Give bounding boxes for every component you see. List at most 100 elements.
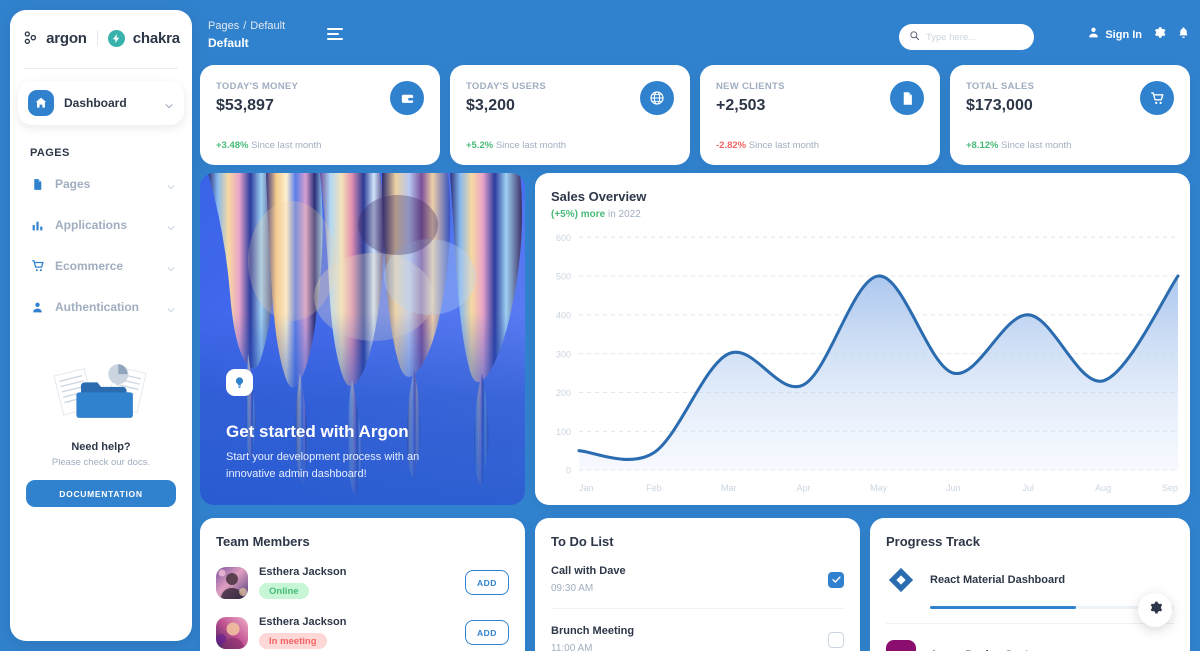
member-name: Esthera Jackson — [259, 566, 347, 578]
progress-head: Xd Argon Design System — [886, 640, 1174, 651]
todo-name: Brunch Meeting — [551, 625, 635, 637]
sidebar: argon chakra Dashboard PAGES Pages Appli… — [10, 10, 192, 641]
svg-text:200: 200 — [556, 388, 571, 398]
user-icon — [30, 301, 45, 314]
chevron-down-icon[interactable] — [166, 179, 176, 190]
list-item: Esthera Jackson In meeting ADD — [216, 616, 509, 649]
sign-in-button[interactable]: Sign In — [1087, 26, 1142, 44]
promo-body: Get started with Argon Start your develo… — [226, 368, 503, 483]
todo-checkbox[interactable] — [828, 571, 844, 588]
breadcrumb-parent[interactable]: Pages — [208, 20, 239, 32]
promo-title: Get started with Argon — [226, 421, 409, 441]
sidebar-section-title: PAGES — [30, 147, 70, 159]
add-member-button[interactable]: ADD — [465, 570, 509, 595]
topbar: Pages / Default Default Type here... Sig… — [200, 0, 1200, 64]
svg-text:300: 300 — [556, 349, 571, 359]
document-icon — [30, 178, 45, 191]
promo-card[interactable]: Get started with Argon Start your develo… — [200, 173, 525, 505]
stat-delta: +5.2% — [466, 140, 494, 151]
stat-note: Since last month — [748, 140, 819, 151]
stat-delta: +8.12% — [966, 140, 999, 151]
svg-text:0: 0 — [566, 466, 571, 476]
gear-icon[interactable] — [1153, 26, 1166, 44]
sidebar-item-authentication[interactable]: Authentication — [10, 291, 192, 323]
home-icon — [28, 90, 54, 116]
documentation-button[interactable]: DOCUMENTATION — [26, 480, 176, 507]
add-member-button[interactable]: ADD — [465, 620, 509, 645]
team-members-title: Team Members — [216, 534, 310, 549]
stat-card-new-clients: NEW CLIENTS +2,503 -2.82% Since last mon… — [700, 65, 940, 165]
progress-name: React Material Dashboard — [930, 574, 1066, 586]
brand-header: argon chakra — [10, 10, 192, 66]
stat-note: Since last month — [251, 140, 322, 151]
todo-name: Call with Dave — [551, 565, 626, 577]
stats-row: TODAY'S MONEY $53,897 +3.48% Since last … — [200, 65, 1190, 165]
search-icon — [909, 28, 920, 46]
chevron-down-icon[interactable] — [164, 98, 174, 109]
member-name: Esthera Jackson — [259, 616, 347, 628]
list-item: Call with Dave 09:30 AM — [551, 549, 844, 609]
svg-text:Jul: Jul — [1023, 483, 1034, 493]
sidebar-help-card: Need help? Please check our docs. DOCUME… — [26, 353, 176, 507]
svg-text:600: 600 — [556, 233, 571, 243]
todo-info: Call with Dave 09:30 AM — [551, 565, 828, 594]
bell-icon[interactable] — [1177, 26, 1190, 44]
svg-text:May: May — [870, 483, 887, 493]
sidebar-item-ecommerce-label: Ecommerce — [55, 259, 124, 273]
member-info: Esthera Jackson Online — [259, 566, 454, 599]
todo-list-card: To Do List Call with Dave 09:30 AM Brunc… — [535, 518, 860, 651]
brand-divider-vertical — [96, 30, 98, 46]
hamburger-menu-icon[interactable] — [327, 28, 343, 43]
user-icon — [1087, 26, 1100, 44]
shopping-cart-icon — [1140, 81, 1174, 115]
avatar — [216, 616, 248, 649]
breadcrumb: Pages / Default Default — [208, 20, 285, 50]
stat-delta: -2.82% — [716, 140, 747, 151]
progress-track-title: Progress Track — [886, 534, 980, 549]
list-item: Brunch Meeting 11:00 AM — [551, 609, 844, 651]
search-box[interactable] — [899, 24, 1034, 50]
folder-documents-icon — [26, 353, 176, 439]
chart-subtitle-delta: (+5%) more — [551, 209, 606, 220]
chevron-down-icon[interactable] — [166, 302, 176, 313]
help-title: Need help? — [71, 441, 131, 453]
sidebar-item-ecommerce[interactable]: Ecommerce — [10, 250, 192, 282]
promo-text: Start your development process with an i… — [226, 450, 420, 480]
breadcrumb-current[interactable]: Default — [250, 20, 285, 32]
chart-title: Sales Overview — [551, 189, 647, 204]
progress-track-card: Progress Track React Material Dashboard — [870, 518, 1190, 651]
page-title: Default — [208, 36, 249, 50]
breadcrumb-separator: / — [243, 20, 247, 32]
team-members-card: Team Members Esthera Jackson Online ADD … — [200, 518, 525, 651]
progress-bar-fill — [930, 606, 1077, 609]
sidebar-item-authentication-label: Authentication — [55, 300, 139, 314]
jira-diamond-icon — [886, 565, 916, 595]
svg-text:400: 400 — [556, 310, 571, 320]
status-badge: In meeting — [259, 633, 327, 649]
settings-fab-button[interactable] — [1138, 593, 1172, 627]
search-input[interactable] — [926, 31, 1024, 43]
sign-in-label: Sign In — [1105, 29, 1142, 41]
dashboard-root: argon chakra Dashboard PAGES Pages Appli… — [0, 0, 1200, 651]
chevron-down-icon[interactable] — [166, 220, 176, 231]
argon-logo-icon — [22, 30, 38, 46]
sidebar-divider — [24, 68, 178, 69]
sidebar-item-pages-label: Pages — [55, 177, 91, 191]
svg-text:Sep: Sep — [1162, 483, 1178, 493]
lightning-bolt-icon — [107, 29, 125, 47]
svg-text:Jan: Jan — [579, 483, 593, 493]
sidebar-item-pages[interactable]: Pages — [10, 168, 192, 200]
sidebar-item-dashboard[interactable]: Dashboard — [18, 81, 184, 125]
sales-line-chart: 0 100 200 300 400 500 600 Jan Feb Mar Apr May Jun Ju… — [545, 231, 1182, 499]
chakra-name: chakra — [132, 29, 180, 47]
todo-checkbox[interactable] — [828, 631, 844, 648]
stat-footer: +8.12% Since last month — [966, 140, 1071, 151]
stat-card-total-sales: TOTAL SALES $173,000 +8.12% Since last m… — [950, 65, 1190, 165]
chevron-down-icon[interactable] — [166, 261, 176, 272]
chart-subtitle: (+5%) more in 2022 — [551, 209, 1174, 220]
stat-footer: +5.2% Since last month — [466, 140, 566, 151]
stat-card-todays-money: TODAY'S MONEY $53,897 +3.48% Since last … — [200, 65, 440, 165]
sidebar-item-applications[interactable]: Applications — [10, 209, 192, 241]
svg-text:Mar: Mar — [721, 483, 736, 493]
status-badge: Online — [259, 583, 309, 599]
